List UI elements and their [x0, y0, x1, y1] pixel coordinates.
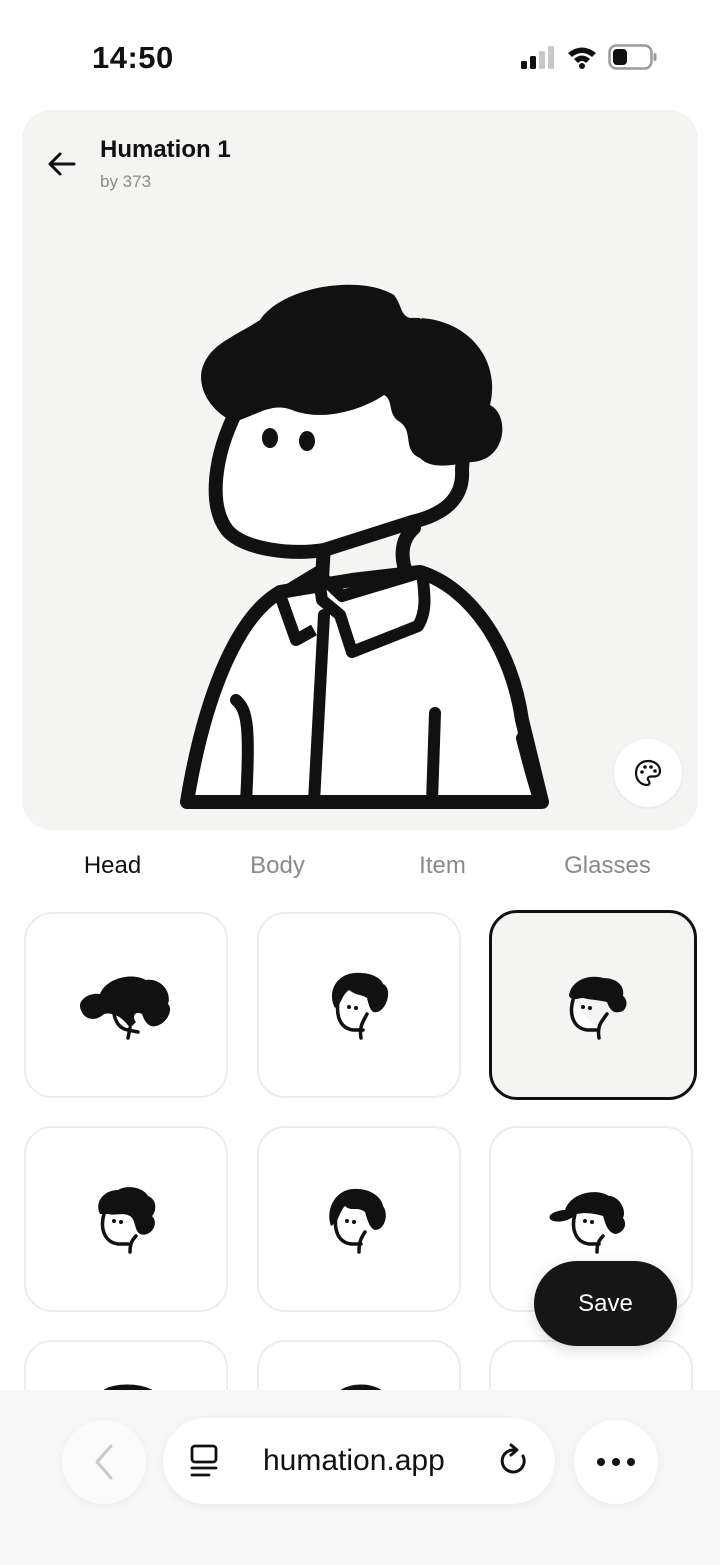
- more-icon: [597, 1458, 635, 1466]
- wifi-icon: [568, 47, 596, 69]
- head-option-tile[interactable]: [24, 1340, 228, 1390]
- tabs-icon[interactable]: [189, 1444, 219, 1478]
- arrow-left-icon[interactable]: [44, 146, 80, 182]
- head-option-tile[interactable]: [24, 1126, 228, 1312]
- tab-glasses[interactable]: Glasses: [525, 852, 690, 892]
- tab-head[interactable]: Head: [30, 852, 195, 892]
- palette-button[interactable]: [614, 739, 682, 807]
- cellular-signal-icon: [521, 46, 554, 69]
- head-option-tile[interactable]: [24, 912, 228, 1098]
- author-subtitle: by 373: [100, 172, 152, 191]
- category-tabs: Head Body Item Glasses: [30, 852, 690, 892]
- reload-icon[interactable]: [497, 1442, 531, 1478]
- chevron-left-icon: [95, 1444, 113, 1480]
- url-text[interactable]: humation.app: [263, 1444, 445, 1478]
- address-bar[interactable]: humation.app: [163, 1418, 555, 1504]
- head-thumbnail-icon: [98, 1187, 156, 1254]
- tab-body[interactable]: Body: [195, 852, 360, 892]
- browser-toolbar: humation.app: [0, 1390, 720, 1565]
- page-title: Humation 1: [100, 136, 231, 163]
- save-button[interactable]: Save: [534, 1261, 677, 1346]
- head-thumbnail-icon: [329, 1188, 386, 1254]
- head-thumbnail-icon: [79, 976, 171, 1040]
- head-thumbnail-icon: [549, 1192, 626, 1254]
- head-option-tile[interactable]: [257, 1126, 461, 1312]
- head-thumbnail-icon: [569, 976, 627, 1040]
- more-options-button[interactable]: [574, 1420, 658, 1504]
- head-option-tile[interactable]: [257, 1340, 461, 1390]
- head-thumbnail-icon: [331, 972, 389, 1040]
- head-option-tile-selected[interactable]: [489, 910, 697, 1100]
- avatar-preview-card: Humation 1 by 373: [22, 110, 698, 830]
- head-option-tile[interactable]: [489, 1340, 693, 1390]
- head-option-tile[interactable]: [257, 912, 461, 1098]
- battery-icon: [608, 44, 657, 70]
- browser-back-button[interactable]: [62, 1420, 146, 1504]
- palette-icon: [634, 759, 662, 787]
- status-time: 14:50: [92, 40, 174, 75]
- status-icons: [520, 44, 658, 70]
- avatar-illustration: [180, 284, 549, 809]
- tab-item[interactable]: Item: [360, 852, 525, 892]
